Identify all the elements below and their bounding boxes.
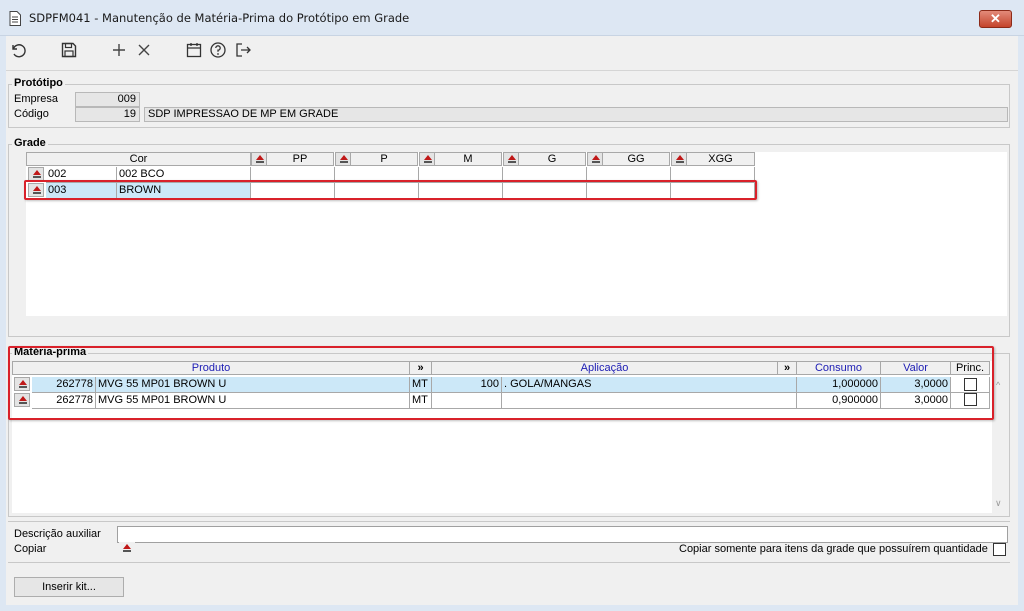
prototipo-title: Protótipo: [12, 77, 65, 89]
document-icon: [9, 11, 21, 26]
divider: [8, 562, 1010, 563]
grade-row-edit-icon[interactable]: [28, 167, 44, 181]
grade-header-size: G: [519, 152, 586, 166]
window-border: [0, 605, 1024, 611]
grade-header-size: P: [351, 152, 418, 166]
grade-header-size: GG: [603, 152, 670, 166]
copiar-label: Copiar: [14, 543, 47, 555]
codigo-field[interactable]: 19: [75, 107, 140, 122]
size-m-sort-icon[interactable]: [419, 152, 435, 166]
undo-icon[interactable]: [8, 40, 28, 60]
grade-header-cor: Cor: [26, 152, 251, 166]
size-g-sort-icon[interactable]: [503, 152, 519, 166]
exit-icon[interactable]: [233, 40, 253, 60]
help-icon[interactable]: [208, 40, 228, 60]
copiar-somente-checkbox[interactable]: [993, 543, 1006, 556]
delete-icon[interactable]: [134, 40, 154, 60]
add-icon[interactable]: [109, 40, 129, 60]
descricao-auxiliar-input[interactable]: [117, 526, 1008, 543]
scroll-up-icon[interactable]: ^: [996, 380, 1000, 390]
grade-header-size: XGG: [687, 152, 755, 166]
window-title: SDPFM041 - Manutenção de Matéria-Prima d…: [29, 11, 410, 25]
inserir-kit-button[interactable]: Inserir kit...: [14, 577, 124, 597]
prototipo-description-field[interactable]: SDP IMPRESSAO DE MP EM GRADE: [144, 107, 1008, 122]
calendar-icon[interactable]: [184, 40, 204, 60]
window-border: [0, 36, 6, 611]
toolbar-separator: [6, 70, 1018, 71]
copiar-somente-label: Copiar somente para itens da grade que p…: [679, 543, 988, 555]
size-pp-sort-icon[interactable]: [251, 152, 267, 166]
close-button[interactable]: ✕: [979, 10, 1012, 28]
size-p-sort-icon[interactable]: [335, 152, 351, 166]
toolbar: [6, 36, 1018, 66]
codigo-label: Código: [14, 108, 49, 120]
descricao-auxiliar-label: Descrição auxiliar: [14, 528, 101, 540]
save-icon[interactable]: [59, 40, 79, 60]
highlight-annotation: [24, 180, 757, 200]
highlight-annotation: [8, 346, 994, 420]
empresa-label: Empresa: [14, 93, 59, 105]
size-gg-sort-icon[interactable]: [587, 152, 603, 166]
scroll-down-icon[interactable]: ∨: [995, 498, 1002, 509]
grade-header-size: PP: [267, 152, 334, 166]
empresa-field[interactable]: 009: [75, 92, 140, 107]
grade-header-size: M: [435, 152, 502, 166]
size-xgg-sort-icon[interactable]: [671, 152, 687, 166]
divider: [8, 521, 1010, 522]
copiar-icon[interactable]: [119, 542, 135, 556]
window-border: [1018, 36, 1024, 611]
grade-title: Grade: [12, 137, 48, 149]
